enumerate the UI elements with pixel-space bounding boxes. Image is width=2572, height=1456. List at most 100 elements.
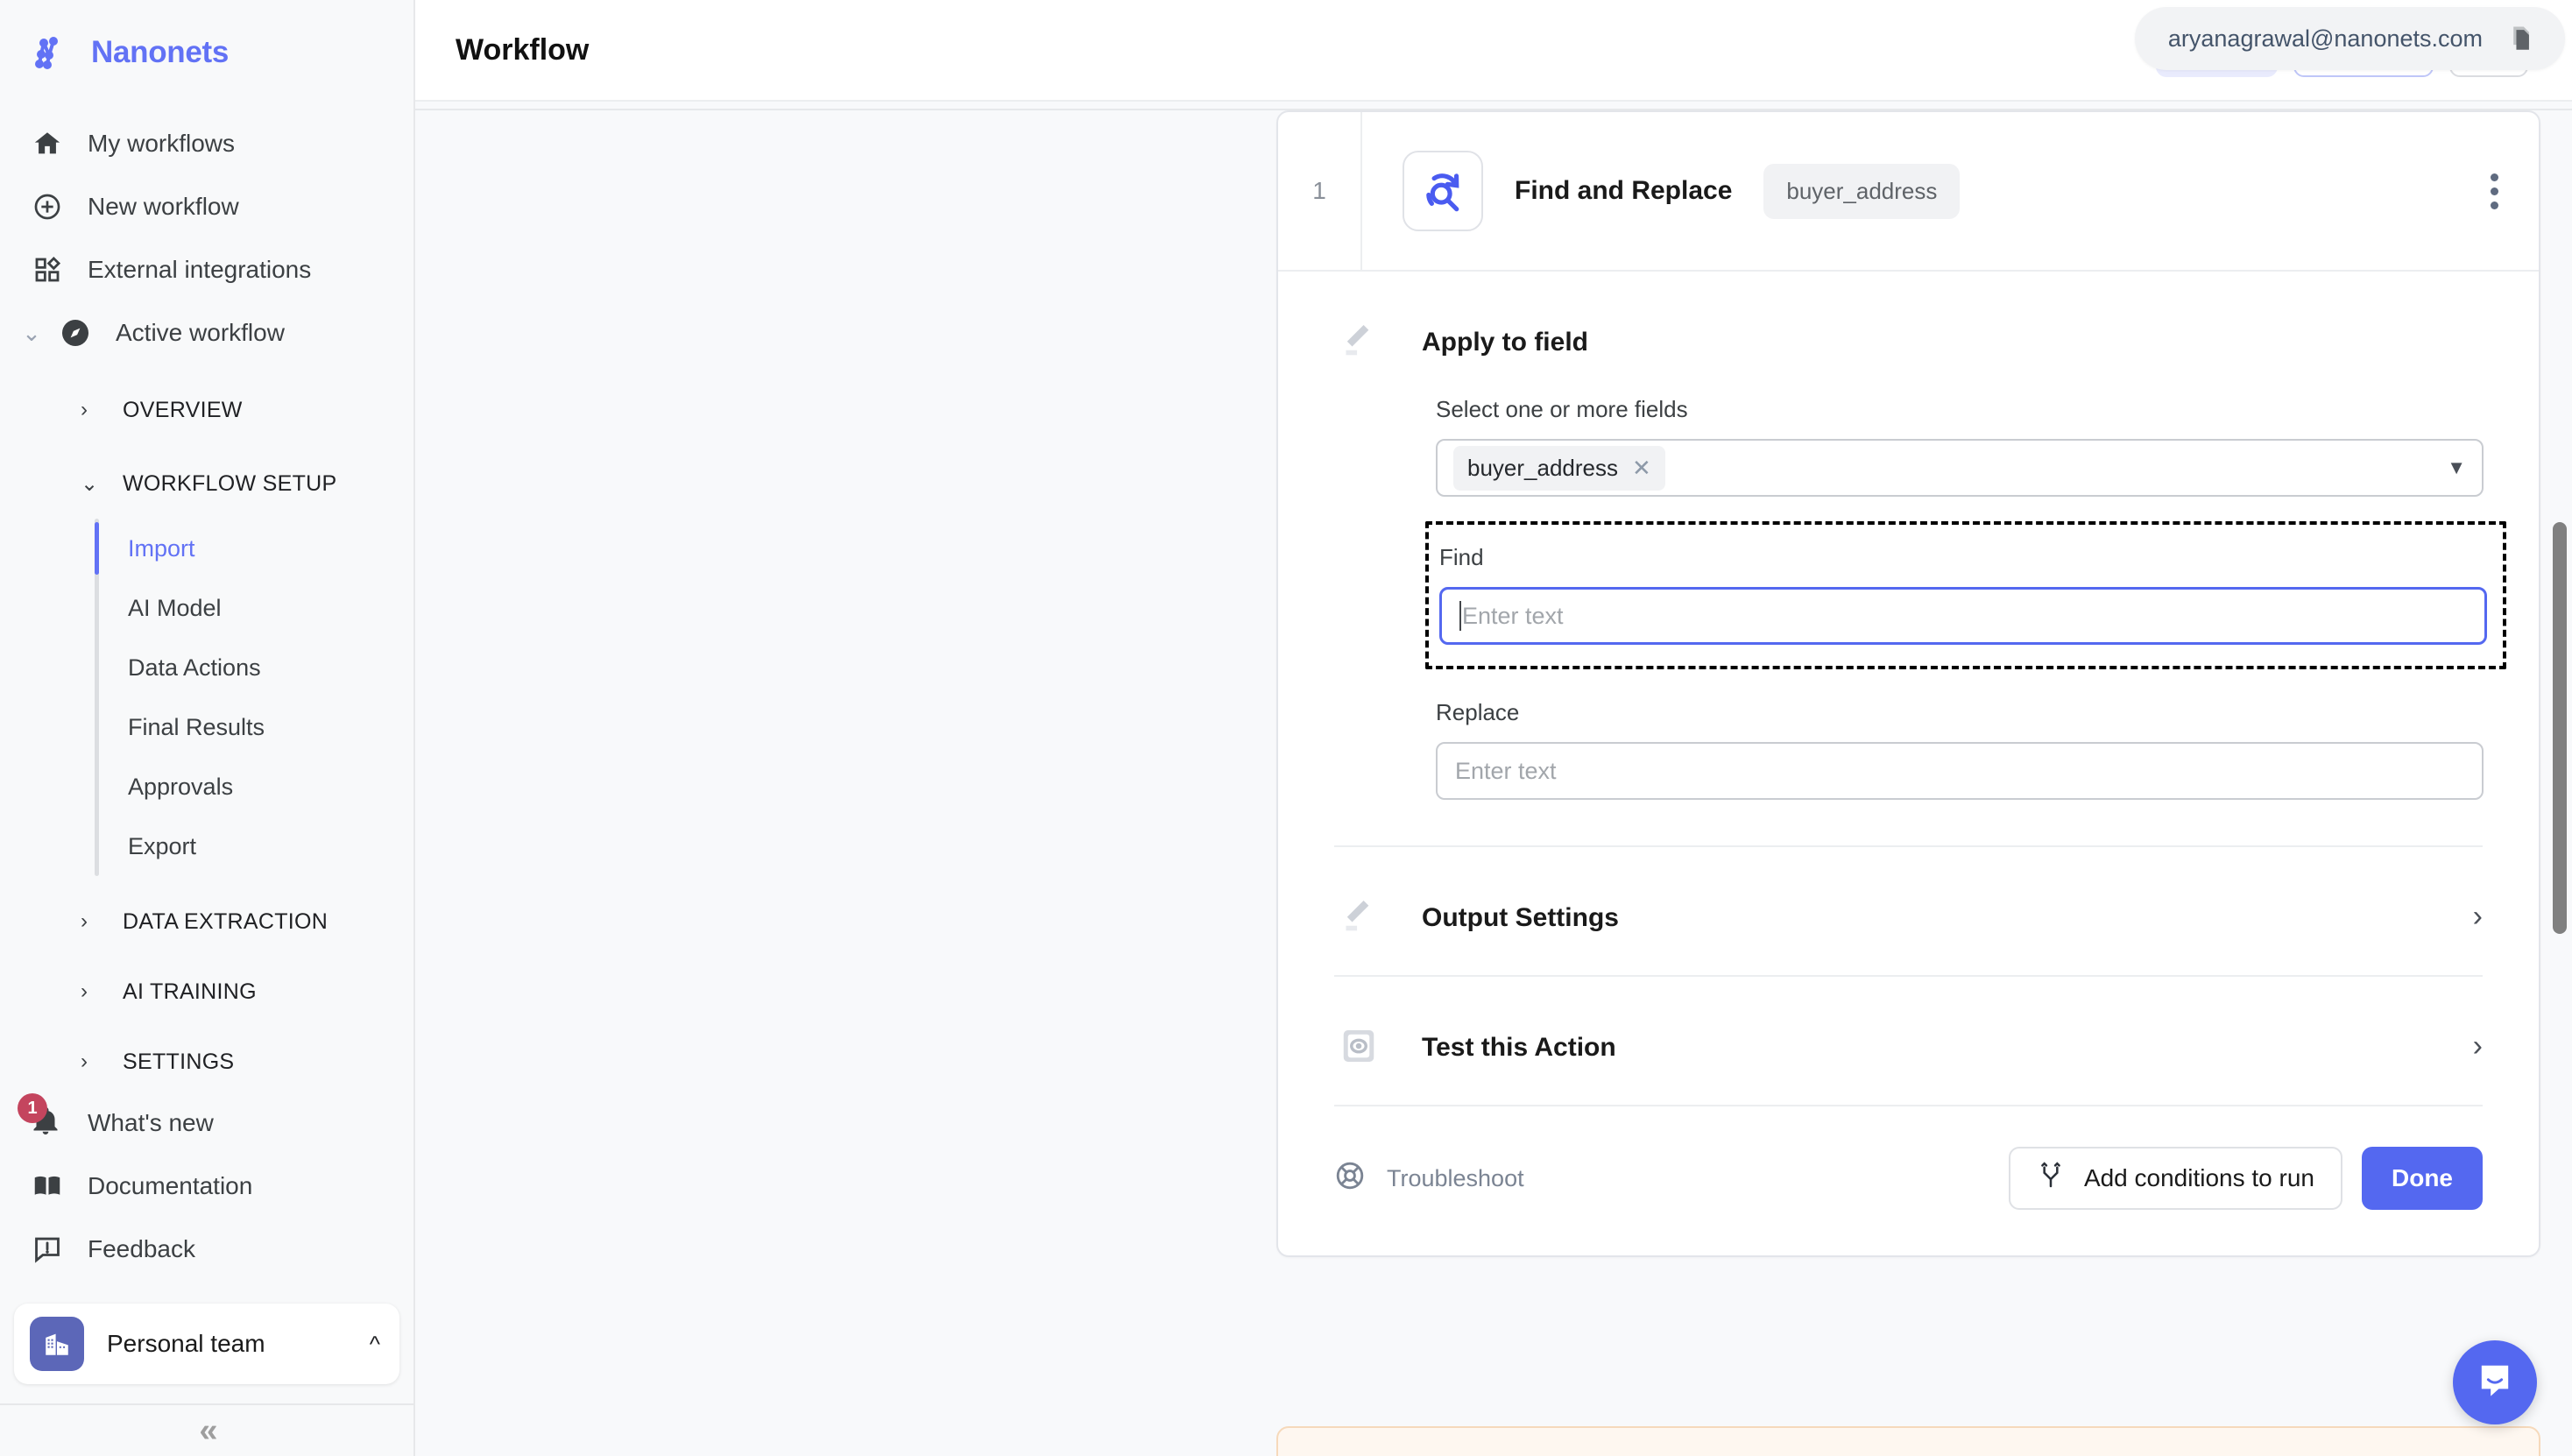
more-vertical-icon[interactable] bbox=[2482, 165, 2507, 218]
test-action-section[interactable]: Test this Action › bbox=[1278, 977, 2539, 1105]
chevron-up-icon[interactable]: ^ bbox=[370, 1331, 380, 1358]
intercom-chat-button[interactable] bbox=[2453, 1340, 2537, 1424]
action-index: 1 bbox=[1278, 112, 1362, 270]
sidebar-section-data-extraction[interactable]: › DATA EXTRACTION bbox=[0, 892, 413, 951]
sidebar-item-documentation[interactable]: Documentation bbox=[0, 1155, 413, 1218]
sidebar-section-overview[interactable]: › OVERVIEW bbox=[0, 380, 413, 440]
chevron-right-icon: › bbox=[81, 979, 88, 1003]
action-card-header: 1 Find and Replace buyer_address bbox=[1278, 112, 2539, 272]
sidebar-item-export[interactable]: Export bbox=[0, 816, 413, 876]
fields-multiselect[interactable]: buyer_address ✕ ▼ bbox=[1436, 439, 2484, 497]
vertical-scrollbar[interactable] bbox=[2547, 102, 2572, 1456]
find-input-placeholder: Enter text bbox=[1462, 602, 1564, 629]
sidebar-subitem-label: AI Model bbox=[128, 594, 222, 621]
output-settings-header[interactable]: Output Settings › bbox=[1334, 893, 2483, 937]
sidebar-item-label: My workflows bbox=[88, 130, 236, 157]
done-button[interactable]: Done bbox=[2362, 1147, 2483, 1210]
sidebar-section-label: WORKFLOW SETUP bbox=[123, 470, 337, 496]
sidebar-item-final-results[interactable]: Final Results bbox=[0, 697, 413, 757]
sidebar-item-import[interactable]: Import bbox=[0, 519, 413, 578]
action-header-body: Find and Replace buyer_address bbox=[1362, 112, 2539, 270]
chevron-down-icon: ⌄ bbox=[81, 471, 99, 496]
notification-badge: 1 bbox=[18, 1093, 47, 1123]
action-field-chip: buyer_address bbox=[1763, 163, 1961, 219]
sidebar-section-ai-training[interactable]: › AI TRAINING bbox=[0, 962, 413, 1021]
sidebar-section-label: AI TRAINING bbox=[123, 979, 257, 1004]
sidebar-item-approvals[interactable]: Approvals bbox=[0, 757, 413, 816]
home-icon bbox=[30, 126, 65, 161]
pencil-icon bbox=[1334, 893, 1383, 937]
book-icon bbox=[30, 1169, 65, 1204]
sidebar-item-feedback[interactable]: Feedback bbox=[0, 1218, 413, 1281]
chevron-right-icon[interactable]: › bbox=[2473, 1022, 2483, 1064]
team-switcher[interactable]: Personal team ^ bbox=[14, 1304, 399, 1384]
selected-field-label: buyer_address bbox=[1467, 454, 1618, 481]
add-conditions-label: Add conditions to run bbox=[2083, 1164, 2314, 1191]
sidebar-item-ai-model[interactable]: AI Model bbox=[0, 578, 413, 638]
sidebar-section-label: DATA EXTRACTION bbox=[123, 908, 329, 934]
sidebar-item-label: What's new bbox=[88, 1109, 214, 1136]
done-label: Done bbox=[2392, 1164, 2453, 1191]
sidebar-item-active-workflow[interactable]: ⌄ Active workflow bbox=[0, 301, 413, 364]
apply-to-field-title: Apply to field bbox=[1422, 328, 1588, 357]
troubleshoot-button[interactable]: Troubleshoot bbox=[1334, 1160, 1524, 1198]
selected-field-token[interactable]: buyer_address ✕ bbox=[1453, 445, 1665, 491]
account-email-popover: aryanagrawal@nanonets.com bbox=[2134, 7, 2565, 70]
feedback-icon bbox=[30, 1232, 65, 1267]
find-field-highlight: Find Enter text bbox=[1425, 521, 2506, 669]
brand[interactable]: Nanonets bbox=[0, 0, 413, 100]
nanonets-logo-icon bbox=[30, 32, 72, 74]
app-root: Nanonets My workflows New workflow Exter… bbox=[0, 0, 2572, 1456]
apply-to-field-form: Select one or more fields buyer_address … bbox=[1334, 361, 2506, 800]
test-action-title: Test this Action bbox=[1422, 1033, 1616, 1062]
replace-input[interactable]: Enter text bbox=[1436, 742, 2484, 800]
sidebar-bottom-nav: 1 What's new Documentation Feedback Pers… bbox=[0, 1092, 413, 1403]
intercom-chat-icon bbox=[2474, 1360, 2516, 1406]
sidebar-item-label: Documentation bbox=[88, 1172, 253, 1199]
branch-icon bbox=[2037, 1161, 2065, 1196]
add-conditions-button[interactable]: Add conditions to run bbox=[2008, 1147, 2342, 1210]
sidebar-subitem-label: Import bbox=[128, 534, 195, 562]
sidebar-item-label: Feedback bbox=[88, 1235, 195, 1262]
compass-icon bbox=[58, 315, 93, 350]
sidebar-item-data-actions[interactable]: Data Actions bbox=[0, 638, 413, 697]
chevron-right-icon[interactable]: › bbox=[2473, 893, 2483, 934]
test-action-header[interactable]: Test this Action › bbox=[1334, 1022, 2483, 1066]
page-title: Workflow bbox=[456, 32, 590, 67]
output-settings-section[interactable]: Output Settings › bbox=[1278, 847, 2539, 975]
sidebar-section-settings[interactable]: › SETTINGS bbox=[0, 1032, 413, 1092]
sidebar-item-label: New workflow bbox=[88, 193, 239, 220]
troubleshoot-label: Troubleshoot bbox=[1387, 1164, 1524, 1191]
brand-name: Nanonets bbox=[91, 35, 230, 69]
content-scroll-area: 1 Find and Replace buyer_address Apply t… bbox=[415, 102, 2572, 1456]
replace-label: Replace bbox=[1436, 699, 1520, 725]
sidebar-section-label: OVERVIEW bbox=[123, 397, 243, 422]
sidebar: Nanonets My workflows New workflow Exter… bbox=[0, 0, 415, 1456]
sidebar-collapse-button[interactable]: « bbox=[0, 1403, 413, 1456]
output-settings-title: Output Settings bbox=[1422, 903, 1619, 932]
content-top-strip bbox=[415, 102, 2572, 110]
preview-icon bbox=[1334, 1022, 1383, 1066]
sidebar-item-external-integrations[interactable]: External integrations bbox=[0, 238, 413, 301]
copy-icon[interactable] bbox=[2505, 24, 2535, 53]
scrollbar-thumb[interactable] bbox=[2553, 522, 2567, 934]
chevron-down-icon[interactable]: ▼ bbox=[2447, 456, 2466, 479]
sidebar-item-my-workflows[interactable]: My workflows bbox=[0, 112, 413, 175]
close-icon[interactable]: ✕ bbox=[1632, 455, 1651, 482]
find-replace-icon bbox=[1403, 151, 1483, 231]
sidebar-section-workflow-setup[interactable]: ⌄ WORKFLOW SETUP bbox=[0, 454, 413, 513]
sidebar-item-new-workflow[interactable]: New workflow bbox=[0, 175, 413, 238]
team-name: Personal team bbox=[107, 1330, 265, 1357]
find-input[interactable]: Enter text bbox=[1439, 587, 2487, 645]
chevron-down-icon[interactable]: ⌄ bbox=[5, 322, 58, 344]
sidebar-subitem-label: Final Results bbox=[128, 713, 265, 740]
apply-to-field-section: Apply to field Select one or more fields… bbox=[1278, 272, 2539, 800]
sidebar-item-whats-new[interactable]: 1 What's new bbox=[0, 1092, 413, 1155]
content-inner: 1 Find and Replace buyer_address Apply t… bbox=[415, 102, 2572, 1456]
sidebar-subitem-label: Export bbox=[128, 832, 197, 859]
apply-to-field-header: Apply to field bbox=[1334, 317, 2483, 361]
footer-actions: Add conditions to run Done bbox=[2008, 1147, 2483, 1210]
select-fields-label: Select one or more fields bbox=[1436, 396, 1688, 422]
chevron-right-icon: › bbox=[81, 909, 88, 933]
double-chevron-left-icon: « bbox=[199, 1411, 217, 1449]
